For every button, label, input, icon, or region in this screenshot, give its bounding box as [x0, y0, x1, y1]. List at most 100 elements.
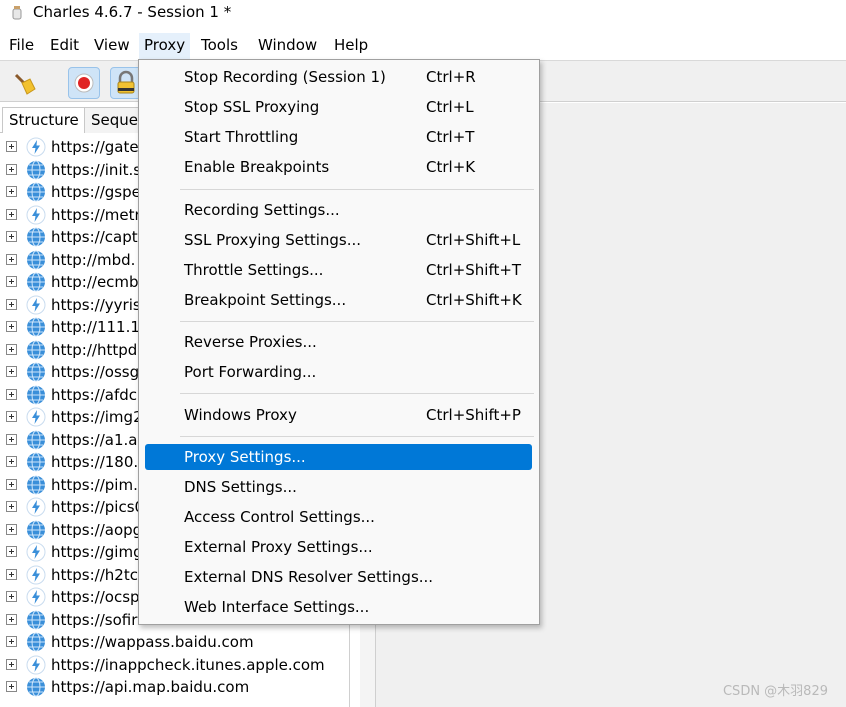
- expand-toggle-icon[interactable]: [6, 613, 17, 625]
- broom-icon: [14, 73, 36, 95]
- expand-toggle-icon[interactable]: [6, 253, 17, 265]
- expand-toggle-icon[interactable]: [6, 298, 17, 310]
- menu-item-shortcut: Ctrl+T: [426, 128, 475, 146]
- menu-item-enable-breakpoints[interactable]: Enable Breakpoints Ctrl+K: [145, 154, 532, 180]
- menu-item-label: Stop Recording (Session 1): [184, 68, 386, 86]
- menu-item-shortcut: Ctrl+Shift+L: [426, 231, 521, 249]
- globe-icon: [27, 340, 45, 359]
- menu-item-ssl-proxying-settings[interactable]: SSL Proxying Settings... Ctrl+Shift+L: [145, 227, 532, 253]
- expand-toggle-icon[interactable]: [6, 276, 17, 287]
- menu-window[interactable]: Window: [253, 33, 322, 59]
- globe-icon: [27, 430, 45, 449]
- menu-proxy[interactable]: Proxy: [139, 33, 191, 59]
- menu-item-port-forwarding[interactable]: Port Forwarding...: [145, 359, 532, 385]
- globe-icon: [27, 362, 45, 382]
- menu-file[interactable]: File: [4, 33, 39, 59]
- expand-toggle-icon[interactable]: [6, 636, 17, 647]
- host-label: https://aopg: [51, 520, 143, 539]
- menu-item-proxy-settings[interactable]: Proxy Settings...: [145, 444, 532, 470]
- table-row[interactable]: https://inappcheck.itunes.apple.com: [0, 654, 350, 676]
- expand-toggle-icon[interactable]: [6, 411, 17, 422]
- menu-item-external-dns-resolver-settings[interactable]: External DNS Resolver Settings...: [145, 564, 532, 590]
- globe-icon: [27, 520, 45, 539]
- menu-item-label: Stop SSL Proxying: [184, 98, 320, 116]
- watermark: CSDN @木羽829: [722, 684, 828, 699]
- host-label: http://ecmb: [51, 273, 139, 291]
- menu-item-label: DNS Settings...: [184, 478, 297, 496]
- globe-icon: [27, 317, 45, 337]
- menu-bar: File Edit View Proxy Tools Window Help: [0, 33, 846, 59]
- expand-toggle-icon[interactable]: [6, 456, 17, 467]
- expand-toggle-icon[interactable]: [6, 501, 17, 512]
- host-label: https://gimg: [51, 543, 143, 561]
- menu-item-recording-settings[interactable]: Recording Settings...: [145, 197, 532, 223]
- menu-view[interactable]: View: [89, 33, 135, 59]
- menu-item-label: External Proxy Settings...: [184, 538, 373, 556]
- globe-icon: [27, 610, 45, 629]
- menu-item-breakpoint-settings[interactable]: Breakpoint Settings... Ctrl+Shift+K: [145, 287, 532, 313]
- menu-item-stop-ssl-proxying[interactable]: Stop SSL Proxying Ctrl+L: [145, 94, 532, 120]
- menu-item-shortcut: Ctrl+L: [426, 98, 474, 116]
- lightning-icon: [26, 407, 46, 427]
- menu-item-dns-settings[interactable]: DNS Settings...: [145, 474, 532, 500]
- record-button[interactable]: [68, 67, 100, 99]
- menu-help[interactable]: Help: [329, 33, 373, 59]
- menu-item-windows-proxy[interactable]: Windows Proxy Ctrl+Shift+P: [145, 402, 532, 428]
- menu-item-shortcut: Ctrl+Shift+P: [426, 406, 521, 424]
- menu-item-throttle-settings[interactable]: Throttle Settings... Ctrl+Shift+T: [145, 257, 532, 283]
- host-label: https://gate: [51, 138, 139, 156]
- expand-toggle-icon[interactable]: [6, 388, 17, 400]
- host-label: https://afdc: [51, 385, 138, 404]
- menu-item-reverse-proxies[interactable]: Reverse Proxies...: [145, 329, 532, 355]
- menu-separator: [180, 189, 534, 190]
- menu-item-label: External DNS Resolver Settings...: [184, 568, 434, 586]
- expand-toggle-icon[interactable]: [6, 343, 17, 355]
- lightning-icon: [26, 542, 46, 562]
- host-label: https://a1.al: [51, 430, 142, 449]
- expand-toggle-icon[interactable]: [6, 321, 17, 332]
- menu-item-external-proxy-settings[interactable]: External Proxy Settings...: [145, 534, 532, 560]
- tab-structure[interactable]: Structure: [2, 107, 86, 133]
- host-label: https://api.map.baidu.com: [51, 678, 250, 696]
- globe-icon: [27, 632, 45, 652]
- title-bar: Charles 4.6.7 - Session 1 *: [0, 0, 846, 26]
- expand-toggle-icon[interactable]: [6, 568, 17, 580]
- menu-item-start-throttling[interactable]: Start Throttling Ctrl+T: [145, 124, 532, 150]
- lightning-icon: [26, 655, 46, 674]
- menu-item-stop-recording-session-1[interactable]: Stop Recording (Session 1) Ctrl+R: [145, 64, 532, 90]
- expand-toggle-icon[interactable]: [6, 546, 17, 557]
- lightning-icon: [26, 205, 46, 224]
- menu-separator: [180, 321, 534, 322]
- menu-item-label: Port Forwarding...: [184, 363, 317, 381]
- expand-toggle-icon[interactable]: [6, 658, 17, 670]
- tab-sequence[interactable]: Seque: [84, 107, 146, 133]
- menu-tools[interactable]: Tools: [196, 33, 243, 59]
- menu-item-label: Web Interface Settings...: [184, 598, 370, 616]
- host-label: https://pim.: [51, 475, 138, 494]
- table-row[interactable]: https://api.map.baidu.com: [0, 676, 350, 698]
- menu-item-access-control-settings[interactable]: Access Control Settings...: [145, 504, 532, 530]
- expand-toggle-icon[interactable]: [6, 681, 17, 692]
- expand-toggle-icon[interactable]: [6, 591, 17, 602]
- expand-toggle-icon[interactable]: [6, 433, 17, 445]
- expand-toggle-icon[interactable]: [6, 231, 17, 242]
- host-label: https://gspe: [51, 183, 141, 201]
- host-label: https://sofir: [51, 610, 138, 629]
- expand-toggle-icon[interactable]: [6, 523, 17, 535]
- expand-toggle-icon[interactable]: [6, 366, 17, 377]
- lightning-icon: [26, 565, 46, 584]
- menu-item-label: Reverse Proxies...: [184, 333, 317, 351]
- menu-edit[interactable]: Edit: [45, 33, 84, 59]
- expand-toggle-icon[interactable]: [6, 478, 17, 490]
- host-label: https://img2: [51, 408, 143, 426]
- expand-toggle-icon[interactable]: [6, 141, 17, 152]
- menu-item-label: Access Control Settings...: [184, 508, 375, 526]
- menu-item-web-interface-settings[interactable]: Web Interface Settings...: [145, 594, 532, 620]
- host-label: https://pics0: [51, 498, 145, 516]
- expand-toggle-icon[interactable]: [6, 208, 17, 220]
- clear-session-button[interactable]: [8, 67, 40, 99]
- menu-item-shortcut: Ctrl+Shift+K: [426, 291, 522, 309]
- expand-toggle-icon[interactable]: [6, 186, 17, 197]
- expand-toggle-icon[interactable]: [6, 163, 17, 175]
- table-row[interactable]: https://wappass.baidu.com: [0, 631, 350, 653]
